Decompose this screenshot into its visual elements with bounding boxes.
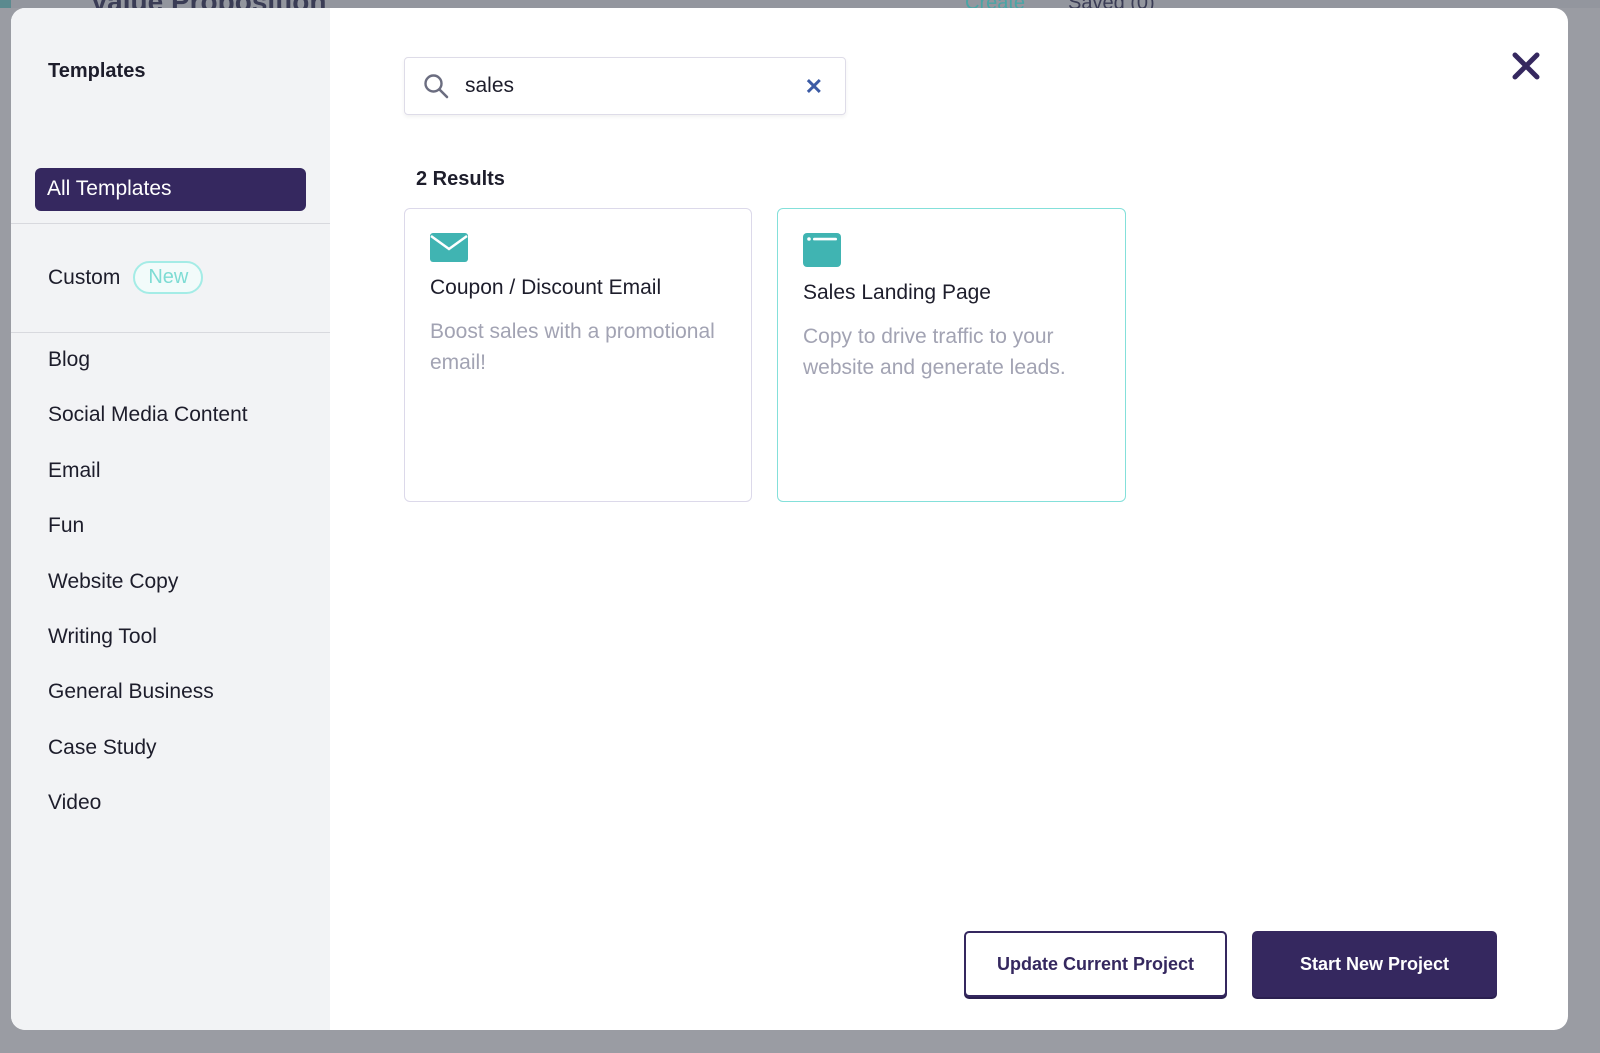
background-saved: Saved (0) xyxy=(1068,0,1155,8)
templates-sidebar: Templates All Templates Custom New Blog … xyxy=(11,8,330,1030)
card-title: Coupon / Discount Email xyxy=(430,276,662,299)
divider xyxy=(11,223,330,224)
background-create-link: Create xyxy=(965,0,1025,8)
start-new-project-button[interactable]: Start New Project xyxy=(1252,931,1497,997)
results-count: 2 Results xyxy=(416,168,505,190)
sidebar-item-social-media-content[interactable]: Social Media Content xyxy=(48,403,248,458)
sidebar-item-fun[interactable]: Fun xyxy=(48,514,248,569)
card-description: Copy to drive traffic to your website an… xyxy=(803,325,1066,379)
custom-label: Custom xyxy=(48,265,121,289)
browser-window-icon xyxy=(803,233,841,267)
sidebar-item-all-templates[interactable]: All Templates xyxy=(35,168,306,211)
sidebar-item-writing-tool[interactable]: Writing Tool xyxy=(48,625,248,680)
card-description: Boost sales with a promotional email! xyxy=(430,320,715,374)
envelope-icon xyxy=(430,233,468,262)
sidebar-item-case-study[interactable]: Case Study xyxy=(48,736,248,791)
card-title: Sales Landing Page xyxy=(803,281,991,304)
sidebar-item-blog[interactable]: Blog xyxy=(48,348,248,403)
clear-search-icon[interactable]: ✕ xyxy=(805,74,823,100)
sidebar-item-website-copy[interactable]: Website Copy xyxy=(48,570,248,625)
category-list: Blog Social Media Content Email Fun Webs… xyxy=(48,348,248,847)
sidebar-item-general-business[interactable]: General Business xyxy=(48,680,248,735)
search-box: ✕ xyxy=(404,57,846,115)
background-sidebar xyxy=(0,0,11,8)
search-input[interactable] xyxy=(465,74,785,98)
close-icon[interactable] xyxy=(1512,52,1540,85)
update-current-project-button[interactable]: Update Current Project xyxy=(964,931,1227,997)
sidebar-item-custom[interactable]: Custom New xyxy=(48,261,204,294)
template-card-sales-landing-page[interactable]: Sales Landing Page Copy to drive traffic… xyxy=(777,208,1126,502)
template-card-coupon-email[interactable]: Coupon / Discount Email Boost sales with… xyxy=(404,208,752,502)
background-title: Value Proposition xyxy=(90,0,326,8)
new-badge: New xyxy=(133,261,204,294)
divider xyxy=(11,332,330,333)
sidebar-title: Templates xyxy=(48,60,146,82)
sidebar-item-email[interactable]: Email xyxy=(48,459,248,514)
templates-modal: Templates All Templates Custom New Blog … xyxy=(11,8,1568,1030)
background-app-header: Value Proposition Create Saved (0) xyxy=(0,0,1600,8)
search-icon xyxy=(424,74,449,99)
templates-main: ✕ 2 Results Coupon / Discount Email Boos… xyxy=(330,8,1568,1030)
sidebar-item-video[interactable]: Video xyxy=(48,791,248,846)
